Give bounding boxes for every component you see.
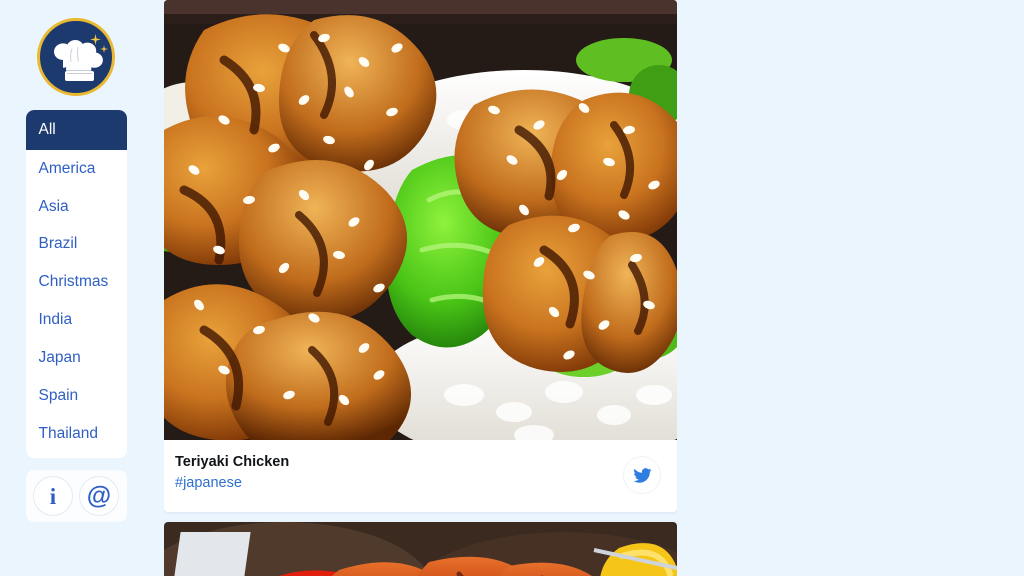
sidebar: All America Asia Brazil Christmas India … <box>0 0 152 576</box>
twitter-bird-icon <box>633 467 652 483</box>
grilled-food-illustration <box>164 522 677 576</box>
sidebar-footer-bar: i @ <box>25 470 127 523</box>
sidebar-item-spain[interactable]: Spain <box>26 377 127 415</box>
info-icon: i <box>49 483 57 509</box>
twitter-share-button[interactable] <box>623 456 661 494</box>
at-sign-icon-button[interactable]: @ <box>79 476 119 517</box>
recipe-card[interactable] <box>164 522 677 576</box>
sidebar-item-india[interactable]: India <box>26 301 127 339</box>
recipe-photo-grilled[interactable] <box>164 522 677 576</box>
chef-hat-icon[interactable] <box>37 18 115 96</box>
recipe-feed: Teriyaki Chicken #japanese <box>164 0 677 576</box>
category-nav: All America Asia Brazil Christmas India … <box>25 110 127 459</box>
info-icon-button[interactable]: i <box>33 476 73 517</box>
recipe-app: All America Asia Brazil Christmas India … <box>0 0 1024 576</box>
sidebar-item-japan[interactable]: Japan <box>26 339 127 377</box>
sidebar-item-thailand[interactable]: Thailand <box>26 415 127 453</box>
sidebar-item-all[interactable]: All <box>25 110 127 150</box>
recipe-title: Teriyaki Chicken <box>175 454 290 470</box>
sidebar-item-america[interactable]: America <box>26 150 127 188</box>
recipe-card-meta: Teriyaki Chicken #japanese <box>164 440 677 512</box>
sidebar-item-asia[interactable]: Asia <box>26 188 127 226</box>
sidebar-item-brazil[interactable]: Brazil <box>26 225 127 263</box>
teriyaki-chicken-illustration <box>164 0 677 440</box>
at-sign-icon: @ <box>86 481 112 510</box>
logo-wrap <box>37 18 115 96</box>
recipe-photo-teriyaki-chicken[interactable] <box>164 0 677 440</box>
sidebar-item-christmas[interactable]: Christmas <box>26 263 127 301</box>
recipe-card-text: Teriyaki Chicken #japanese <box>175 454 289 493</box>
recipe-card[interactable]: Teriyaki Chicken #japanese <box>164 0 677 512</box>
recipe-tag[interactable]: #japanese <box>175 475 289 492</box>
chef-hat-glyph <box>54 40 103 81</box>
